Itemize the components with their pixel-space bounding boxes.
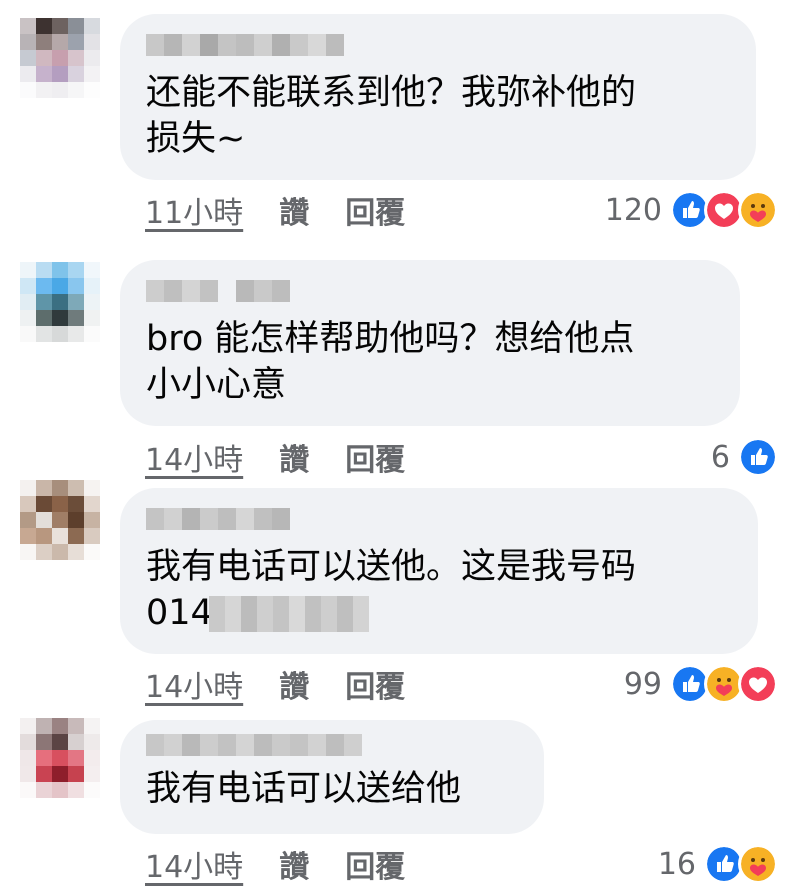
comment-bubble: 我有电话可以送给他 — [120, 720, 544, 834]
comment-text: 我有电话可以送给他 — [146, 769, 462, 809]
reaction-summary[interactable]: 99 — [624, 664, 778, 704]
like-button[interactable]: 讚 — [279, 842, 309, 886]
timestamp-link[interactable]: 11小時 — [145, 188, 243, 232]
like-button[interactable]: 讚 — [279, 662, 309, 706]
love-reaction-icon — [738, 664, 778, 704]
reaction-count: 99 — [623, 666, 662, 702]
blurred-author-name[interactable] — [146, 734, 518, 756]
comment-bubble: bro 能怎样帮助他吗？想给他点 小小心意 — [120, 260, 740, 426]
care-reaction-icon — [738, 190, 778, 230]
comment-actions: 14小時 讚 回覆 — [145, 662, 405, 706]
timestamp-link[interactable]: 14小時 — [145, 842, 243, 886]
comment-bubble: 我有电话可以送他。这是我号码 014 — [120, 488, 758, 654]
comment-text-line-1: 我有电话可以送他。这是我号码 — [146, 547, 637, 587]
reply-button[interactable]: 回覆 — [345, 188, 405, 232]
comment-actions: 14小時 讚 回覆 — [145, 842, 405, 886]
blurred-author-name[interactable] — [146, 508, 732, 530]
like-button[interactable]: 讚 — [279, 188, 309, 232]
timestamp-link[interactable]: 14小時 — [145, 662, 243, 706]
comment-bubble: 还能不能联系到他？我弥补他的 损失~ — [120, 14, 756, 180]
avatar[interactable] — [20, 262, 100, 342]
reaction-count: 120 — [604, 192, 662, 228]
avatar[interactable] — [20, 480, 100, 560]
blurred-phone-number — [208, 596, 369, 632]
avatar[interactable] — [20, 18, 100, 98]
comment-text: bro 能怎样帮助他吗？想给他点 小小心意 — [146, 319, 635, 405]
phone-number-prefix: 014 — [146, 593, 213, 633]
avatar[interactable] — [20, 718, 100, 798]
like-button[interactable]: 讚 — [279, 435, 309, 479]
reply-button[interactable]: 回覆 — [345, 662, 405, 706]
comment-text: 我有电话可以送他。这是我号码 014 — [146, 544, 732, 636]
reaction-summary[interactable]: 16 — [658, 844, 778, 884]
comment-text: 还能不能联系到他？我弥补他的 损失~ — [146, 73, 637, 159]
reaction-count: 6 — [710, 439, 730, 475]
reaction-summary[interactable]: 6 — [711, 437, 778, 477]
like-reaction-icon — [738, 437, 778, 477]
blurred-author-name[interactable] — [146, 34, 730, 56]
reply-button[interactable]: 回覆 — [345, 435, 405, 479]
comment-actions: 14小時 讚 回覆 — [145, 435, 405, 479]
blurred-author-name[interactable] — [146, 280, 714, 302]
reaction-summary[interactable]: 120 — [605, 190, 778, 230]
care-reaction-icon — [738, 844, 778, 884]
timestamp-link[interactable]: 14小時 — [145, 435, 243, 479]
comment-actions: 11小時 讚 回覆 — [145, 188, 405, 232]
reply-button[interactable]: 回覆 — [345, 842, 405, 886]
reaction-count: 16 — [657, 846, 696, 882]
